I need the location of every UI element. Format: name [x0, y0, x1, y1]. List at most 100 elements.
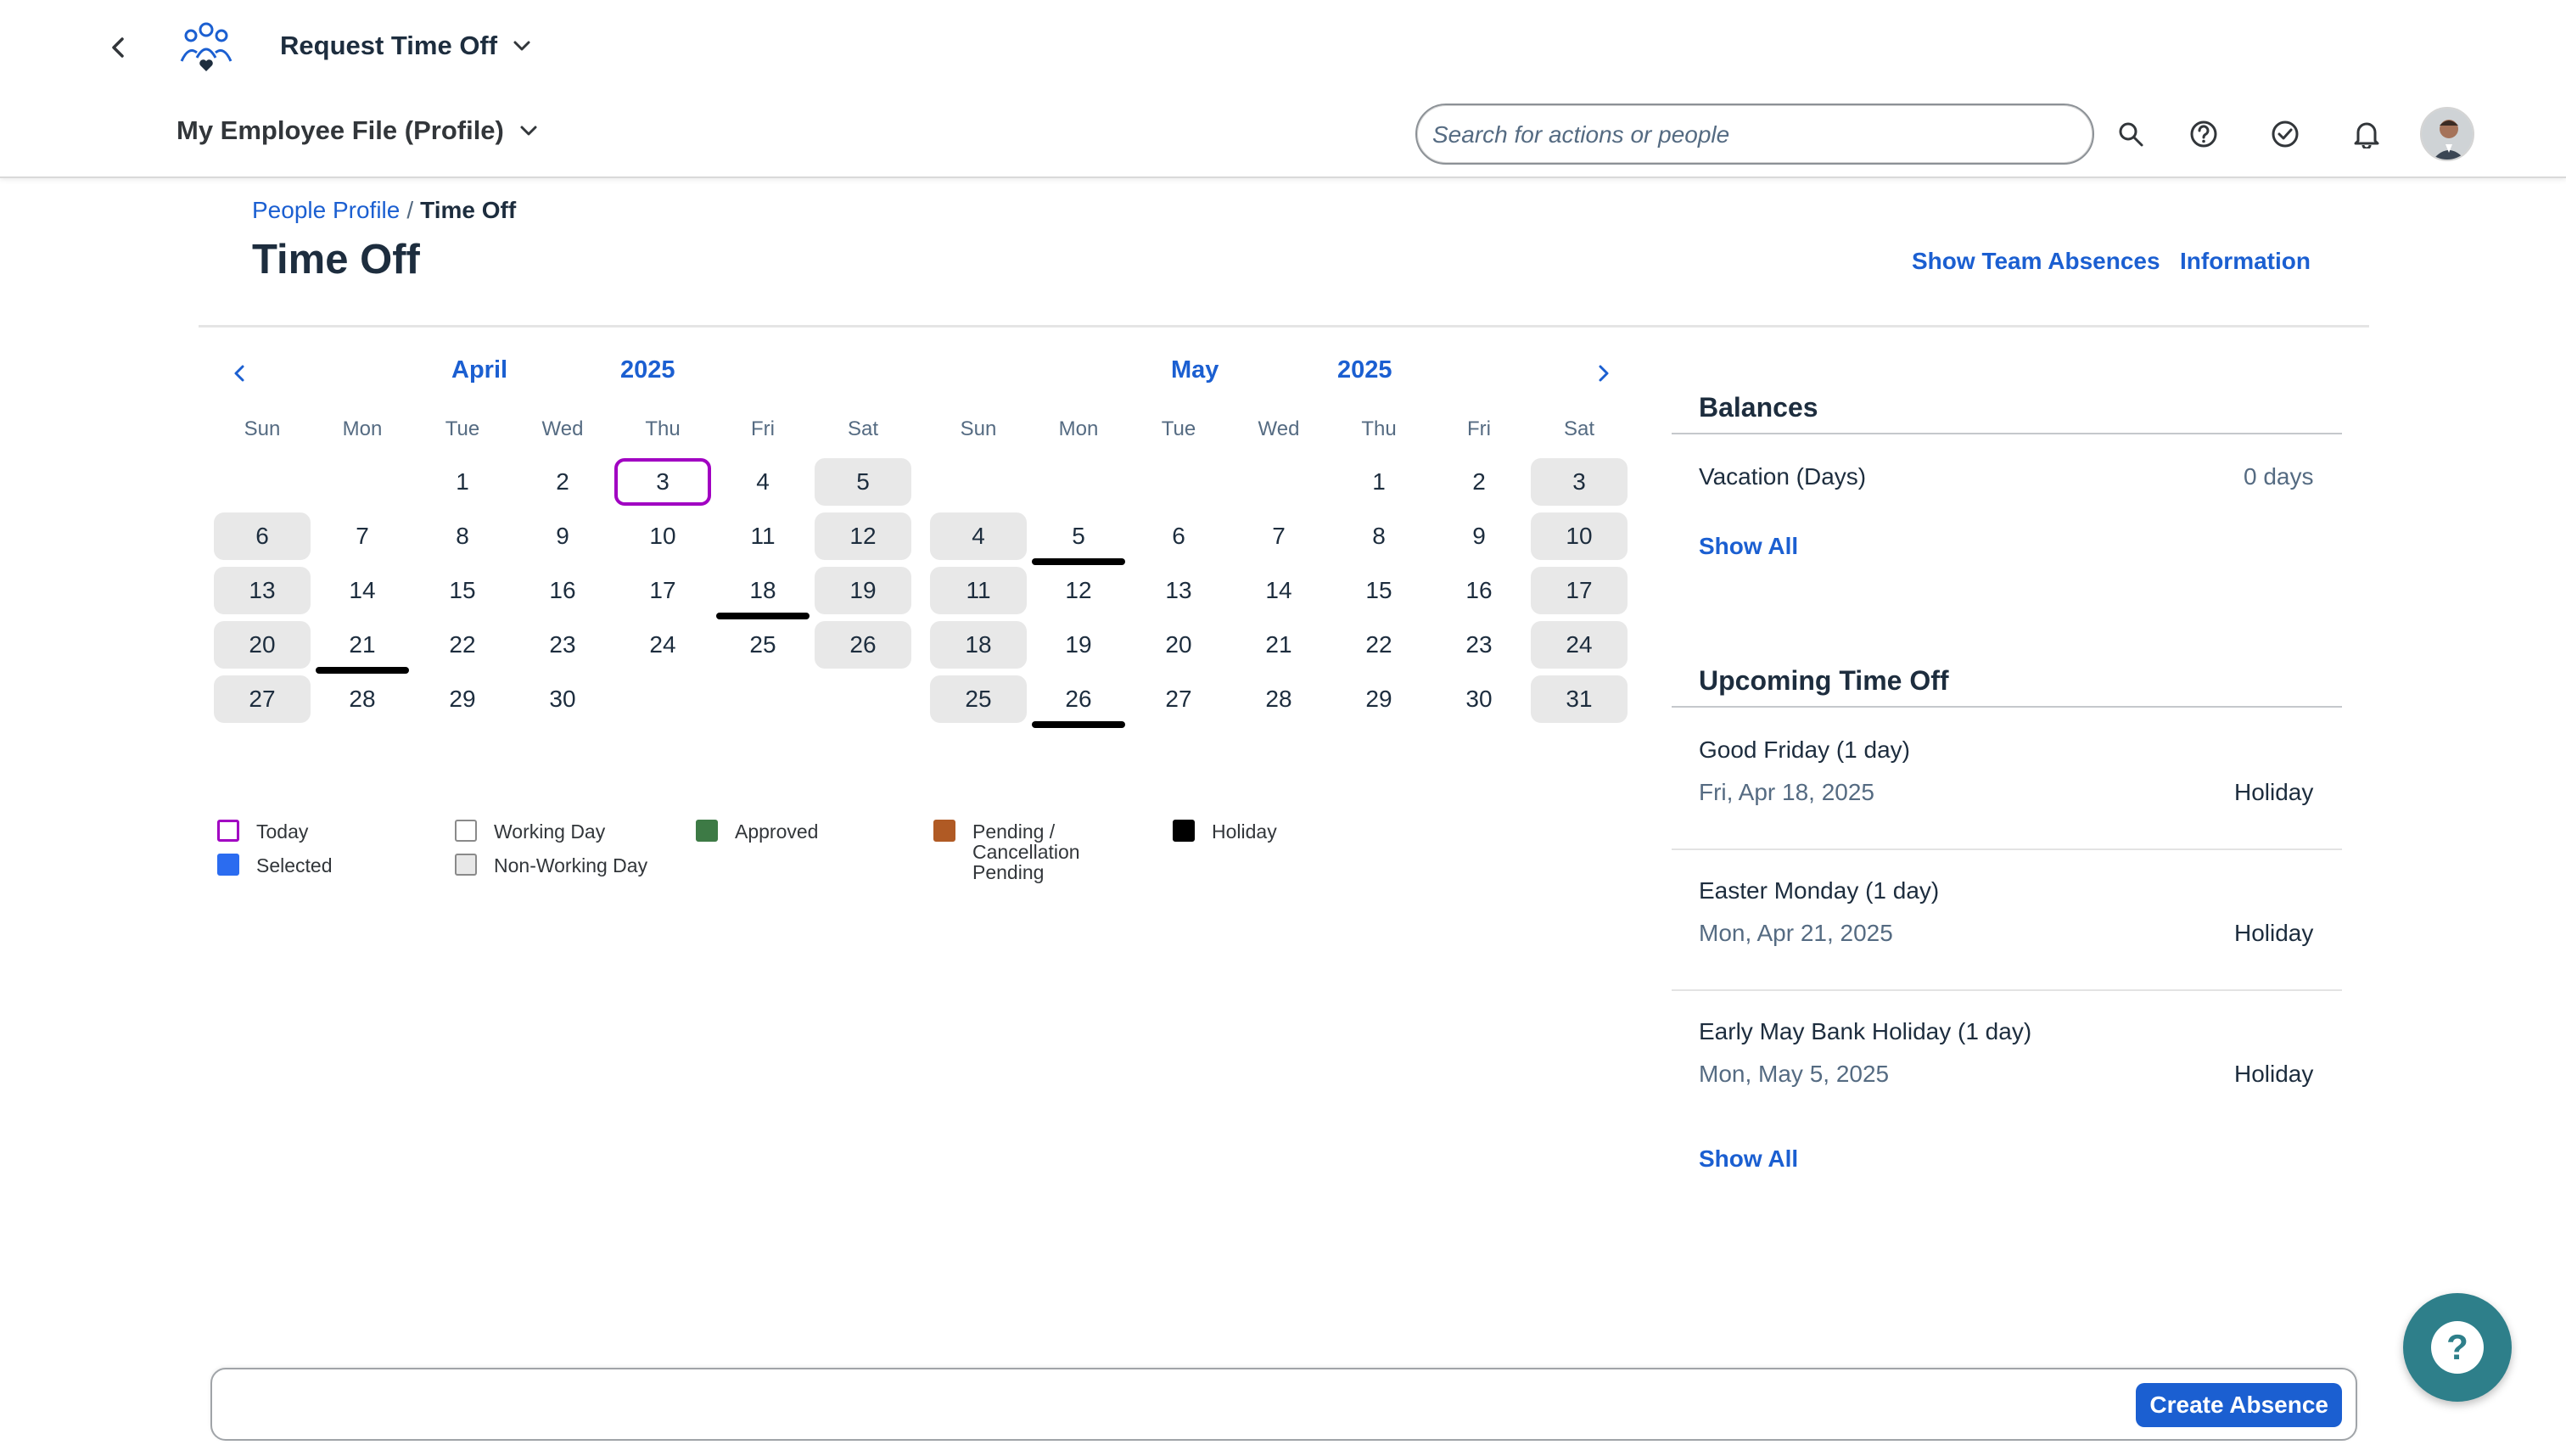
calendar-day[interactable]: 6 [214, 512, 311, 560]
app-title-menu[interactable]: Request Time Off [280, 31, 531, 61]
avatar[interactable] [2420, 107, 2474, 161]
calendar-day[interactable]: 10 [614, 512, 711, 560]
calendar-day[interactable]: 30 [514, 675, 611, 723]
calendar-day[interactable]: 29 [1331, 675, 1427, 723]
calendar-day[interactable]: 23 [514, 621, 611, 669]
calendar-day[interactable]: 13 [214, 567, 311, 614]
balances-show-all-link[interactable]: Show All [1699, 533, 1798, 560]
calendar-day[interactable]: 7 [314, 512, 411, 560]
calendar-day[interactable]: 6 [1130, 512, 1227, 560]
calendar-day[interactable]: 23 [1431, 621, 1527, 669]
calendar-day[interactable]: 16 [514, 567, 611, 614]
calendar-day[interactable]: 1 [1331, 458, 1427, 506]
calendar-day[interactable]: 13 [1130, 567, 1227, 614]
calendar-day[interactable]: 15 [1331, 567, 1427, 614]
calendar-day[interactable]: 20 [214, 621, 311, 669]
calendar-day[interactable]: 7 [1230, 512, 1327, 560]
calendar-day[interactable]: 19 [815, 567, 911, 614]
calendar-day[interactable]: 25 [714, 621, 811, 669]
calendar-day[interactable]: 5 [1030, 512, 1127, 565]
calendar-day[interactable]: 3 [1531, 458, 1628, 506]
calendar-day[interactable]: 25 [930, 675, 1027, 723]
calendar-day[interactable]: 8 [414, 512, 511, 560]
calendar-day[interactable]: 21 [314, 621, 411, 674]
breadcrumb-people-profile[interactable]: People Profile [252, 197, 400, 223]
calendar-day[interactable]: 22 [1331, 621, 1427, 669]
month-1-year[interactable]: 2025 [620, 356, 675, 384]
upcoming-item-name: Easter Monday (1 day) [1699, 877, 1940, 904]
upcoming-item-type: Holiday [2234, 1061, 2314, 1087]
weekday-header: Fri [1467, 417, 1491, 440]
calendar-day[interactable]: 24 [1531, 621, 1628, 669]
calendar-day[interactable]: 26 [1030, 675, 1127, 728]
prev-month-button[interactable] [222, 356, 256, 390]
task-check-icon [2272, 120, 2299, 148]
calendar-day[interactable]: 11 [930, 567, 1027, 614]
calendar-day[interactable]: 21 [1230, 621, 1327, 669]
calendar-day[interactable]: 4 [930, 512, 1027, 560]
calendar-day[interactable]: 17 [614, 567, 711, 614]
calendar-day[interactable]: 19 [1030, 621, 1127, 669]
calendar-day[interactable]: 26 [815, 621, 911, 669]
calendar-day[interactable]: 24 [614, 621, 711, 669]
back-button[interactable] [102, 31, 136, 64]
calendar-day[interactable]: 15 [414, 567, 511, 614]
calendar-day[interactable]: 11 [714, 512, 811, 560]
calendar-day[interactable]: 2 [1431, 458, 1527, 506]
tasks-button[interactable] [2264, 113, 2306, 155]
legend-selected: Selected [217, 854, 333, 876]
calendar-day[interactable]: 8 [1331, 512, 1427, 560]
legend-today-swatch [217, 820, 239, 842]
calendar-day[interactable]: 18 [930, 621, 1027, 669]
calendar-day[interactable]: 18 [714, 567, 811, 619]
calendar-day[interactable]: 9 [514, 512, 611, 560]
calendar-day[interactable]: 30 [1431, 675, 1527, 723]
legend-non-working-day: Non-Working Day [455, 854, 647, 876]
calendar-day[interactable]: 14 [1230, 567, 1327, 614]
month-2-name[interactable]: May [1171, 356, 1219, 384]
help-button[interactable] [2182, 113, 2225, 155]
calendar-day[interactable]: 29 [414, 675, 511, 723]
show-team-absences-link[interactable]: Show Team Absences [1912, 248, 2160, 275]
calendar-day[interactable]: 28 [1230, 675, 1327, 723]
search-input[interactable] [1432, 119, 2077, 151]
weekday-header: Wed [541, 417, 584, 440]
search-button[interactable] [2109, 113, 2152, 155]
search-field[interactable] [1415, 104, 2094, 165]
calendar-day[interactable]: 31 [1531, 675, 1628, 723]
create-absence-button[interactable]: Create Absence [2136, 1383, 2342, 1427]
app-people-icon[interactable] [176, 17, 236, 76]
calendar-day[interactable]: 27 [214, 675, 311, 723]
upcoming-show-all-link[interactable]: Show All [1699, 1145, 1798, 1173]
calendar-day[interactable]: 22 [414, 621, 511, 669]
next-month-button[interactable] [1587, 356, 1621, 390]
calendar-day[interactable]: 3 [614, 458, 711, 506]
upcoming-item-date: Fri, Apr 18, 2025 [1699, 779, 1875, 805]
weekday-header: Mon [342, 417, 383, 440]
notifications-button[interactable] [2345, 113, 2388, 155]
calendar-day[interactable]: 20 [1130, 621, 1227, 669]
calendar-day[interactable]: 12 [815, 512, 911, 560]
legend-working-label: Working Day [494, 820, 606, 843]
shell-header: Request Time Off My Employee File (Profi… [0, 0, 2566, 178]
calendar-day[interactable]: 2 [514, 458, 611, 506]
chevron-down-icon [520, 126, 537, 136]
calendar-day[interactable]: 10 [1531, 512, 1628, 560]
calendar-day[interactable]: 12 [1030, 567, 1127, 614]
calendar-day[interactable]: 27 [1130, 675, 1227, 723]
calendar-day[interactable]: 9 [1431, 512, 1527, 560]
calendar-day[interactable]: 5 [815, 458, 911, 506]
calendar-day[interactable]: 28 [314, 675, 411, 723]
help-icon [2190, 120, 2217, 148]
calendar-day[interactable]: 4 [714, 458, 811, 506]
month-2-year[interactable]: 2025 [1337, 356, 1392, 384]
information-link[interactable]: Information [2180, 248, 2311, 275]
calendar-day[interactable]: 16 [1431, 567, 1527, 614]
help-fab-button[interactable]: ? [2403, 1293, 2512, 1402]
calendar-day[interactable]: 14 [314, 567, 411, 614]
legend-pending: Pending / Cancellation Pending [933, 820, 1108, 882]
calendar-day[interactable]: 17 [1531, 567, 1628, 614]
calendar-day[interactable]: 1 [414, 458, 511, 506]
profile-menu[interactable]: My Employee File (Profile) [176, 115, 538, 146]
month-1-name[interactable]: April [451, 356, 507, 384]
